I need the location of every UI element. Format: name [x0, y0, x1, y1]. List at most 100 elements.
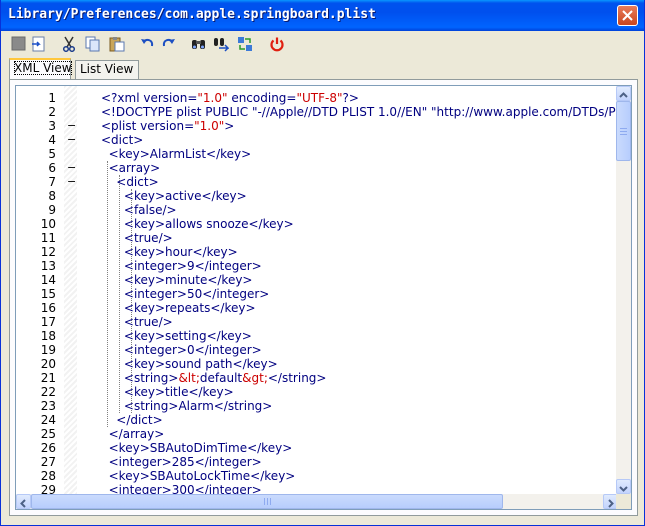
- code-token: <key>minute</key>: [101, 273, 253, 287]
- fold-toggle[interactable]: −: [67, 161, 76, 175]
- code-line: <key>sound path</key>: [101, 357, 278, 371]
- code-line: <key>SBAutoDimTime</key>: [101, 441, 293, 455]
- code-token: <key>hour</key>: [101, 245, 238, 259]
- line-number: 22: [40, 385, 56, 399]
- line-number: 25: [40, 427, 56, 441]
- code-token: </dict>: [101, 413, 163, 427]
- scroll-up-button[interactable]: [616, 86, 631, 101]
- fold-toggle[interactable]: −: [67, 119, 76, 133]
- scroll-left-button[interactable]: [16, 494, 31, 509]
- fold-toggle[interactable]: −: [67, 175, 76, 189]
- code-line: <dict>: [101, 133, 143, 147]
- find-next-icon: [214, 38, 229, 52]
- redo-button[interactable]: [159, 34, 179, 54]
- scroll-corner: [616, 494, 631, 509]
- fold-margin[interactable]: − − − −: [64, 86, 77, 509]
- fold-toggle[interactable]: −: [67, 133, 76, 147]
- code-token: </string>: [267, 371, 327, 385]
- code-line: <!DOCTYPE plist PUBLIC "-//Apple//DTD PL…: [101, 105, 618, 119]
- line-number: 6: [48, 161, 56, 175]
- code-area[interactable]: <?xml version="1.0" encoding="UTF-8"?> <!…: [77, 86, 618, 494]
- exit-button[interactable]: [267, 34, 287, 54]
- code-line: <dict>: [101, 175, 159, 189]
- code-line: <key>repeats</key>: [101, 301, 256, 315]
- code-token: <string>Alarm</string>: [101, 399, 273, 413]
- code-token: <integer>0</integer>: [101, 343, 262, 357]
- window-title: Library/Preferences/com.apple.springboar…: [8, 7, 376, 22]
- stop-icon: [11, 36, 26, 51]
- code-token: <key>AlarmList</key>: [101, 147, 252, 161]
- scroll-down-button[interactable]: [616, 479, 631, 494]
- code-token: <true/>: [101, 231, 173, 245]
- save-button[interactable]: [29, 34, 49, 54]
- code-token: <dict>: [101, 175, 159, 189]
- line-number: 15: [40, 287, 56, 301]
- line-number: 3: [48, 119, 56, 133]
- code-token: <integer>50</integer>: [101, 287, 270, 301]
- close-button[interactable]: [617, 5, 638, 26]
- code-token: ?>: [342, 91, 359, 105]
- line-number: 23: [40, 399, 56, 413]
- code-token: <true/>: [101, 315, 173, 329]
- stop-button[interactable]: [9, 34, 29, 54]
- tab-list-view[interactable]: List View: [75, 60, 139, 79]
- code-token: &gt;: [242, 371, 268, 385]
- tab-xml-view[interactable]: XML View: [9, 58, 72, 80]
- line-number: 20: [40, 357, 56, 371]
- replace-icon: [238, 37, 252, 51]
- code-line: <integer>0</integer>: [101, 343, 262, 357]
- find-next-button[interactable]: [211, 34, 231, 54]
- line-number: 4: [48, 133, 56, 147]
- undo-icon: [141, 38, 154, 47]
- copy-icon: [85, 36, 100, 52]
- code-line: <plist version="1.0">: [101, 119, 234, 133]
- line-number: 18: [40, 329, 56, 343]
- code-line: <integer>285</integer>: [101, 455, 262, 469]
- power-icon: [270, 37, 284, 52]
- line-number: 13: [40, 259, 56, 273]
- code-line: <true/>: [101, 315, 173, 329]
- undo-button[interactable]: [137, 34, 157, 54]
- line-number: 11: [40, 231, 56, 245]
- code-line: <key>title</key>: [101, 385, 234, 399]
- code-token: <integer>285</integer>: [101, 455, 262, 469]
- code-token: <key>SBAutoDimTime</key>: [101, 441, 293, 455]
- horizontal-scrollbar[interactable]: [16, 494, 618, 509]
- code-token: <?xml version=: [101, 91, 198, 105]
- line-number: 28: [40, 469, 56, 483]
- code-token: >: [224, 119, 235, 133]
- paste-icon: [109, 37, 125, 52]
- title-bar[interactable]: Library/Preferences/com.apple.springboar…: [1, 0, 644, 31]
- code-token: <key>sound path</key>: [101, 357, 278, 371]
- xml-editor[interactable]: 1 2 3 4 5 6 7 8 9 10 11 12 13 14 15 16 17 18 19 20 21 22 23 24 2…: [15, 85, 632, 510]
- code-line: <key>minute</key>: [101, 273, 253, 287]
- code-token: <integer>300</integer>: [101, 483, 262, 494]
- horizontal-scroll-thumb[interactable]: [31, 494, 503, 509]
- code-token: <plist version=: [101, 119, 195, 133]
- line-number: 24: [40, 413, 56, 427]
- code-token: <integer>9</integer>: [101, 259, 262, 273]
- copy-button[interactable]: [83, 34, 103, 54]
- code-line: </array>: [101, 427, 165, 441]
- code-line: <array>: [101, 161, 161, 175]
- toolbar: [5, 32, 639, 56]
- find-button[interactable]: [189, 34, 209, 54]
- cut-button[interactable]: [59, 34, 79, 54]
- vertical-scrollbar[interactable]: [616, 86, 631, 494]
- line-number: 5: [48, 147, 56, 161]
- line-number: 9: [48, 203, 56, 217]
- code-token: <key>setting</key>: [101, 329, 252, 343]
- paste-button[interactable]: [107, 34, 127, 54]
- code-token: <array>: [101, 161, 161, 175]
- code-line: <key>SBAutoLockTime</key>: [101, 469, 296, 483]
- replace-button[interactable]: [235, 34, 255, 54]
- code-line: <integer>50</integer>: [101, 287, 269, 301]
- line-number: 17: [40, 315, 56, 329]
- code-line: </dict>: [101, 413, 163, 427]
- vertical-scroll-thumb[interactable]: [616, 101, 631, 161]
- line-number: 2: [48, 105, 56, 119]
- code-token: encoding=: [227, 91, 297, 105]
- code-token: <key>SBAutoLockTime</key>: [101, 469, 296, 483]
- line-number: 14: [40, 273, 56, 287]
- code-line: <key>hour</key>: [101, 245, 238, 259]
